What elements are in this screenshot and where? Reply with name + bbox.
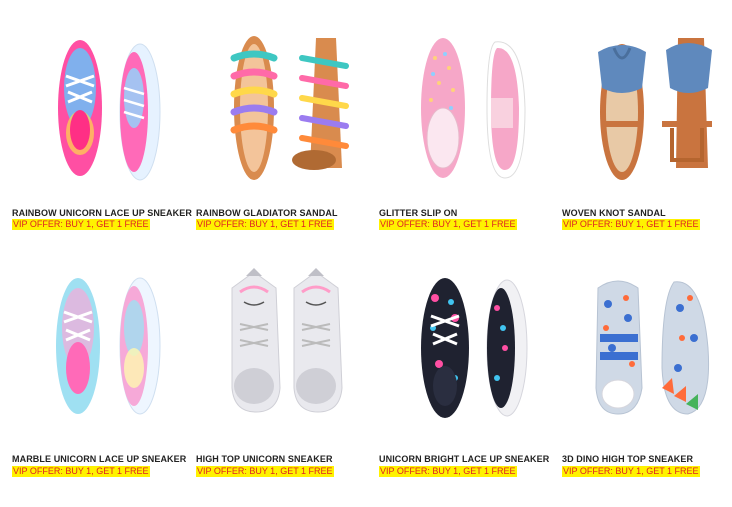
marble-unicorn-sneaker-image[interactable]	[12, 268, 192, 428]
rainbow-unicorn-sneaker-image[interactable]	[12, 28, 192, 188]
glitter-slip-on-image[interactable]	[379, 28, 559, 188]
product-title[interactable]: UNICORN BRIGHT LACE UP SNEAKER	[379, 454, 549, 464]
offer-badge: VIP OFFER: BUY 1, GET 1 FREE	[562, 219, 700, 230]
rainbow-gladiator-sandal-image[interactable]	[196, 28, 376, 188]
product-title[interactable]: RAINBOW GLADIATOR SANDAL	[196, 208, 338, 218]
product-title[interactable]: HIGH TOP UNICORN SNEAKER	[196, 454, 333, 464]
offer-badge: VIP OFFER: BUY 1, GET 1 FREE	[562, 466, 700, 477]
dino-high-top-sneaker-image[interactable]	[562, 268, 732, 428]
unicorn-bright-sneaker-image[interactable]	[379, 268, 559, 428]
offer-badge: VIP OFFER: BUY 1, GET 1 FREE	[196, 219, 334, 230]
product-title[interactable]: MARBLE UNICORN LACE UP SNEAKER	[12, 454, 186, 464]
product-title[interactable]: WOVEN KNOT SANDAL	[562, 208, 666, 218]
offer-badge: VIP OFFER: BUY 1, GET 1 FREE	[379, 466, 517, 477]
offer-badge: VIP OFFER: BUY 1, GET 1 FREE	[12, 219, 150, 230]
product-title[interactable]: RAINBOW UNICORN LACE UP SNEAKER	[12, 208, 192, 218]
product-grid: RAINBOW UNICORN LACE UP SNEAKER VIP OFFE…	[0, 0, 732, 507]
offer-badge: VIP OFFER: BUY 1, GET 1 FREE	[379, 219, 517, 230]
product-title[interactable]: 3D DINO HIGH TOP SNEAKER	[562, 454, 693, 464]
product-title[interactable]: GLITTER SLIP ON	[379, 208, 457, 218]
offer-badge: VIP OFFER: BUY 1, GET 1 FREE	[12, 466, 150, 477]
offer-badge: VIP OFFER: BUY 1, GET 1 FREE	[196, 466, 334, 477]
high-top-unicorn-sneaker-image[interactable]	[196, 268, 376, 428]
woven-knot-sandal-image[interactable]	[562, 28, 732, 188]
